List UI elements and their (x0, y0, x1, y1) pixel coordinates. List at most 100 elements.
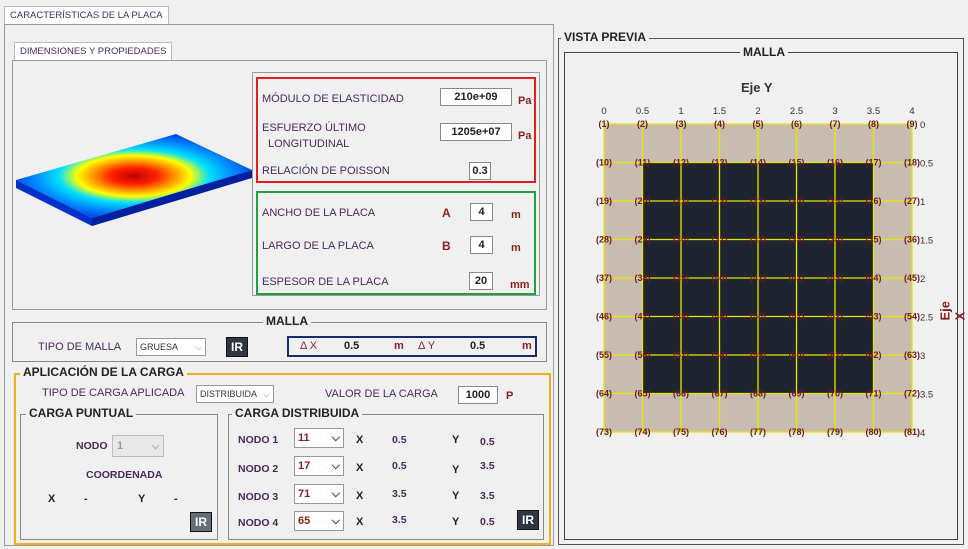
nodo2-x-label: X (356, 462, 364, 474)
node-label: (37) (596, 273, 612, 283)
mesh-plot: 0 0.5 1 1.5 2 2.5 3 3.5 400.511.522.533.54(1) (2)… (596, 106, 933, 439)
node-label: (14) (750, 158, 766, 168)
nodo2-x-value: 0.5 (392, 460, 407, 472)
nodo4-label: NODO 4 (238, 517, 279, 529)
puntual-nodo-value: 1 (117, 440, 124, 452)
node-label: (49) (711, 312, 727, 322)
valor-carga-field[interactable]: 1000 (458, 386, 498, 404)
node-label: (22) (711, 196, 727, 206)
dx-label: Δ X (300, 340, 318, 352)
col-tick-label: 0 (601, 106, 606, 117)
node-label: (18) (904, 158, 920, 168)
chevron-down-icon: ⌵ (195, 341, 202, 352)
tipo-malla-value: GRUESA (140, 342, 179, 352)
node-label: (19) (596, 196, 612, 206)
ancho-field[interactable]: 4 (470, 203, 493, 221)
nodo1-select[interactable]: 11 ⌵ (294, 428, 344, 448)
chevron-down-icon: ⌵ (331, 459, 340, 472)
node-label: (52) (827, 312, 843, 322)
node-label: (41) (750, 273, 766, 283)
esfuerzo-field[interactable]: 1205e+07 (440, 123, 512, 141)
largo-unit: m (511, 242, 521, 254)
node-label: (9) (907, 119, 918, 129)
node-label: (30) (673, 235, 689, 245)
col-tick-label: 1 (678, 106, 683, 117)
esfuerzo-unit: Pa (518, 130, 532, 142)
node-label: (57) (673, 350, 689, 360)
puntual-nodo-select[interactable]: 1 ⌵ (112, 435, 164, 457)
node-label: (69) (788, 389, 804, 399)
node-label: (35) (865, 235, 881, 245)
node-label: (20) (634, 196, 650, 206)
vista-previa-title: VISTA PREVIA (561, 31, 650, 43)
node-label: (47) (634, 312, 650, 322)
node-label: (58) (711, 350, 727, 360)
col-tick-label: 2.5 (790, 106, 803, 117)
dy-unit: m (522, 340, 532, 352)
row-tick-label: 3 (920, 351, 925, 362)
row-tick-label: 1.5 (920, 236, 933, 247)
plate-3d-image (16, 134, 252, 226)
tab-caracteristicas[interactable]: CARACTERÍSTICAS DE LA PLACA (4, 6, 169, 24)
node-label: (74) (634, 427, 650, 437)
nodo4-x-label: X (356, 516, 364, 528)
dx-unit: m (394, 340, 404, 352)
node-label: (78) (788, 427, 804, 437)
espesor-field[interactable]: 20 (469, 272, 493, 290)
node-label: (46) (596, 312, 612, 322)
node-label: (44) (865, 273, 881, 283)
poisson-field[interactable]: 0.3 (469, 162, 491, 180)
nodo1-y-label: Y (452, 434, 460, 446)
nodo3-label: NODO 3 (238, 491, 279, 503)
ancho-unit: m (511, 209, 521, 221)
row-tick-label: 2.5 (920, 313, 933, 324)
node-label: (11) (635, 158, 651, 168)
row-tick-label: 2 (920, 274, 925, 285)
modulo-label: MÓDULO DE ELASTICIDAD (262, 93, 404, 105)
nodo4-y-value: 0.5 (480, 516, 495, 528)
puntual-y-value: - (174, 493, 178, 505)
puntual-x-value: - (84, 493, 88, 505)
node-label: (2) (637, 119, 648, 129)
tipo-carga-label: TIPO DE CARGA APLICADA (42, 387, 185, 399)
node-label: (61) (827, 350, 843, 360)
node-label: (55) (596, 350, 612, 360)
nodo1-y-value: 0.5 (480, 436, 495, 448)
coordenada-label: COORDENADA (86, 469, 163, 481)
dx-value: 0.5 (344, 340, 360, 352)
node-label: (76) (711, 427, 727, 437)
esfuerzo-label-2: LONGITUDINAL (268, 138, 350, 150)
tipo-malla-select[interactable]: GRUESA ⌵ (136, 338, 206, 356)
distribuida-ir-button[interactable]: IR (517, 510, 539, 530)
modulo-field[interactable]: 210e+09 (440, 88, 512, 106)
row-tick-label: 0.5 (920, 159, 933, 170)
col-tick-label: 0.5 (636, 106, 649, 117)
node-label: (27) (904, 196, 920, 206)
node-label: (64) (596, 389, 612, 399)
col-tick-label: 3.5 (867, 106, 880, 117)
node-label: (66) (673, 389, 689, 399)
delta-box (287, 336, 537, 357)
node-label: (43) (827, 273, 843, 283)
node-label: (28) (596, 235, 612, 245)
chevron-down-icon: ⌵ (331, 487, 340, 500)
espesor-label: ESPESOR DE LA PLACA (262, 276, 389, 288)
nodo3-select[interactable]: 71 ⌵ (294, 484, 344, 504)
nodo2-select[interactable]: 17 ⌵ (294, 456, 344, 476)
node-label: (36) (904, 235, 920, 245)
tab-dimensiones[interactable]: DIMENSIONES Y PROPIEDADES (14, 42, 173, 60)
node-label: (77) (750, 427, 766, 437)
nodo1-value: 11 (298, 432, 310, 444)
node-label: (56) (634, 350, 650, 360)
nodo4-x-value: 3.5 (392, 514, 407, 526)
col-tick-label: 4 (909, 106, 914, 117)
puntual-ir-button[interactable]: IR (190, 512, 212, 532)
malla-ir-button[interactable]: IR (226, 337, 248, 357)
nodo4-select[interactable]: 65 ⌵ (294, 511, 344, 531)
tipo-carga-select[interactable]: DISTRIBUIDA ⌵ (196, 385, 274, 403)
node-label: (13) (711, 158, 727, 168)
nodo3-value: 71 (298, 488, 311, 500)
node-label: (62) (865, 350, 881, 360)
largo-field[interactable]: 4 (470, 236, 493, 254)
node-label: (21) (673, 196, 689, 206)
